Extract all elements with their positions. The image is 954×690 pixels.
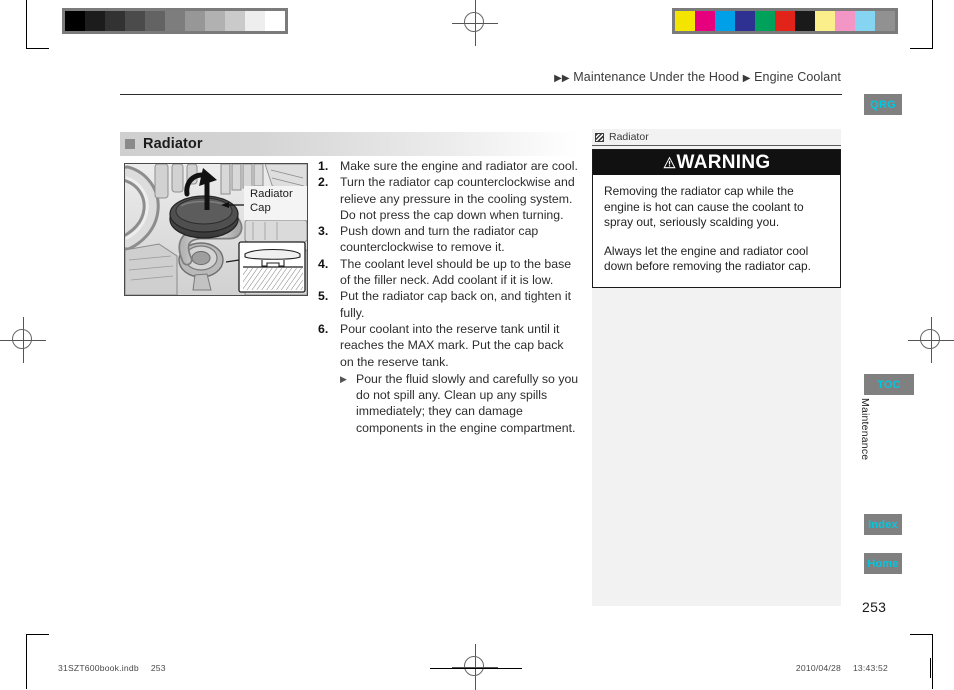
registration-mark-top-icon xyxy=(452,0,498,46)
step-number: 5. xyxy=(318,289,329,304)
calibration-swatch xyxy=(695,11,715,31)
substep-bullet-icon: ▶ xyxy=(340,373,347,384)
nav-tab-qrg[interactable]: QRG xyxy=(864,94,902,115)
calibration-swatch xyxy=(125,11,145,31)
step-text: Push down and turn the radiator cap coun… xyxy=(340,224,539,255)
warning-triangle-icon xyxy=(662,156,676,169)
nav-tab-index[interactable]: Index xyxy=(864,514,902,535)
crop-mark-top-left xyxy=(26,0,49,49)
grayscale-calibration-bar xyxy=(62,8,288,34)
calibration-swatch xyxy=(815,11,835,31)
calibration-swatch xyxy=(105,11,125,31)
registration-mark-left-icon xyxy=(0,317,46,363)
breadcrumb-arrow-1: ▶▶ xyxy=(554,73,570,84)
calibration-swatch xyxy=(65,11,85,31)
page-title: Radiator xyxy=(143,136,203,152)
calibration-swatch xyxy=(205,11,225,31)
footer-file-page: 253 xyxy=(150,663,166,673)
procedure-step: 4. The coolant level should be up to the … xyxy=(318,256,580,289)
footer-right-tick xyxy=(930,658,931,678)
calibration-swatch xyxy=(795,11,815,31)
registration-mark-right-icon xyxy=(908,317,954,363)
calibration-swatch xyxy=(735,11,755,31)
step-number: 4. xyxy=(318,256,329,271)
step-number: 1. xyxy=(318,159,329,173)
calibration-swatch xyxy=(245,11,265,31)
breadcrumb-segment-2: Engine Coolant xyxy=(754,70,841,84)
color-calibration-bar xyxy=(672,8,898,34)
procedure-step: 5. Put the radiator cap back on, and tigh… xyxy=(318,288,580,321)
procedure-substep: ▶ Pour the fluid slowly and carefully so … xyxy=(340,371,580,436)
breadcrumb-segment-1: Maintenance Under the Hood xyxy=(573,70,740,84)
page-number: 253 xyxy=(862,599,887,615)
header-divider xyxy=(120,94,842,95)
step-number: 6. xyxy=(318,321,329,336)
procedure-steps-list: 1. Make sure the engine and radiator are … xyxy=(318,158,580,436)
step-number: 3. xyxy=(318,224,329,239)
calibration-swatch xyxy=(185,11,205,31)
procedure-step: 1. Make sure the engine and radiator are … xyxy=(318,158,580,174)
footer-time: 13:43:52 xyxy=(852,663,888,673)
calibration-swatch xyxy=(675,11,695,31)
radiator-illustration: Radiator Cap xyxy=(124,163,308,296)
nav-tab-home[interactable]: Home xyxy=(864,553,902,574)
footer-timestamp: 2010/04/28 13:43:52 xyxy=(796,663,888,673)
substep-text: Pour the fluid slowly and carefully so y… xyxy=(356,371,579,435)
step-text: Turn the radiator cap counterclockwise a… xyxy=(340,175,575,222)
step-number: 2. xyxy=(318,175,329,190)
reference-marker-icon xyxy=(595,132,604,142)
footer-file-info: 31SZT600book.indb 253 xyxy=(58,663,166,673)
chapter-thumb-label: Maintenance xyxy=(859,398,871,461)
sidebar-reference-label: Radiator xyxy=(609,131,649,143)
calibration-swatch xyxy=(835,11,855,31)
warning-paragraph: Removing the radiator cap while the engi… xyxy=(604,184,804,230)
warning-body-text: Removing the radiator cap while the engi… xyxy=(593,175,840,287)
calibration-swatch xyxy=(775,11,795,31)
calibration-swatch xyxy=(755,11,775,31)
breadcrumb: ▶▶ Maintenance Under the Hood ▶ Engine C… xyxy=(554,70,841,84)
warning-box: WARNING Removing the radiator cap while … xyxy=(592,149,841,288)
footer-date: 2010/04/28 xyxy=(795,663,841,673)
calibration-swatch xyxy=(85,11,105,31)
registration-mark-bottom-icon xyxy=(452,644,498,690)
crop-mark-top-right xyxy=(910,0,933,49)
calibration-swatch xyxy=(715,11,735,31)
nav-tab-toc[interactable]: TOC xyxy=(864,374,914,395)
sidebar-reference-header: Radiator xyxy=(592,129,841,146)
figure-callout-line-1: Radiator xyxy=(250,188,293,200)
step-text: Make sure the engine and radiator are co… xyxy=(340,159,578,173)
section-bullet-icon xyxy=(125,139,135,149)
procedure-step: 3. Push down and turn the radiator cap co… xyxy=(318,223,580,256)
footer-center-rule xyxy=(430,668,522,669)
calibration-swatch xyxy=(165,11,185,31)
figure-callout-line-2: Cap xyxy=(250,202,271,214)
procedure-step: 6. Pour coolant into the reserve tank unt… xyxy=(318,321,580,370)
step-text: The coolant level should be up to the ba… xyxy=(340,256,572,288)
section-header: Radiator xyxy=(120,132,578,156)
warning-paragraph: Always let the engine and radiator cool … xyxy=(604,243,811,274)
warning-heading-bar: WARNING xyxy=(593,150,840,175)
calibration-swatch xyxy=(145,11,165,31)
calibration-swatch xyxy=(855,11,875,31)
crop-mark-bottom-left xyxy=(26,634,49,689)
calibration-swatch xyxy=(265,11,285,31)
footer-file-name: 31SZT600book.indb xyxy=(58,663,139,673)
step-text: Put the radiator cap back on, and tighte… xyxy=(340,289,572,320)
calibration-swatch xyxy=(225,11,245,31)
breadcrumb-arrow-2: ▶ xyxy=(742,73,751,84)
warning-heading-text: WARNING xyxy=(676,152,771,173)
step-text: Pour coolant into the reserve tank until… xyxy=(340,321,564,369)
calibration-swatch xyxy=(875,11,895,31)
procedure-step: 2. Turn the radiator cap counterclockwise… xyxy=(318,174,580,223)
